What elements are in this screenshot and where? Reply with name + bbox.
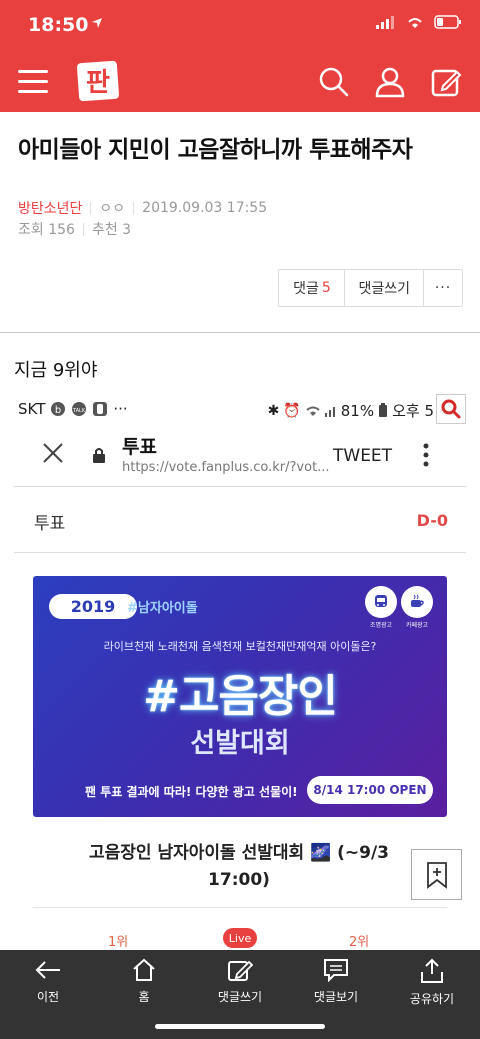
hamburger-menu-icon[interactable] [18,70,48,94]
talk-icon: TALK [72,402,87,416]
dday-badge: D-0 [416,511,448,530]
status-time: 18:50 [28,14,89,36]
location-arrow-icon [92,18,102,28]
nav-view-comments[interactable]: 댓글보기 [291,958,381,1005]
back-arrow-icon [35,961,60,979]
post-actions: 댓글 5 댓글쓰기 ··· [278,269,463,307]
cafe-icon [401,586,433,618]
battery-percent: 81% [340,401,375,420]
banner-subtitle: 라이브천재 노래천재 음색천재 보컬천재만재억재 아이돌은? [103,640,377,653]
banner-footer: 팬 투표 결과에 따라! 다양한 광고 선물이! [85,785,298,799]
banner-headline: #고음장인 [143,671,338,722]
vote-header: 투표 D-0 [14,487,466,553]
banner-icon1-label: 조명광고 [369,622,393,629]
signal-icon [376,15,394,29]
post-body-text: 지금 9위야 [14,360,98,381]
wifi-icon [408,17,422,28]
bluetooth-icon: ✱ [267,402,280,419]
close-icon[interactable] [42,442,64,464]
banner-tag: #남자아이돌 [127,601,198,616]
nav-share[interactable]: 공유하기 [387,958,477,1007]
browser-page-title: 투표 [122,436,157,458]
signal-icon [324,406,335,417]
svg-text:TALK: TALK [72,408,86,414]
divider [33,907,447,908]
post-author: ㅇㅇ [99,201,126,217]
comments-button[interactable]: 댓글 5 [279,270,346,306]
app-icon [93,402,108,416]
nav-write-comment-label: 댓글쓰기 [217,990,263,1004]
clock-text: 오후 5 [392,402,434,420]
nav-share-label: 공유하기 [409,992,455,1006]
nav-view-comments-label: 댓글보기 [313,990,359,1004]
top-app-bar: 18:50 판 [0,0,480,112]
post-meta: 방탄소년단 ㅇㅇ 2019.09.03 17:55 [18,198,267,218]
nav-write-comment[interactable]: 댓글쓰기 [195,958,285,1005]
banner-year: 2019 [49,594,137,619]
edit-icon [228,960,253,981]
svg-text:판: 판 [86,68,110,98]
battery-icon [434,15,461,29]
carrier-label: SKT [18,400,46,418]
banner-icon2-label: 카페광고 [405,622,429,629]
vote-label: 투표 [34,514,66,534]
write-icon[interactable] [430,66,462,98]
nav-home-label: 홈 [138,990,150,1004]
post-datetime: 2019.09.03 17:55 [142,200,268,216]
rank-2-label: 2위 [349,935,370,950]
search-icon[interactable] [318,66,350,98]
subway-icon [365,586,397,618]
post-category[interactable]: 방탄소년단 [18,198,82,218]
share-icon [421,958,443,983]
search-icon[interactable] [436,394,466,424]
write-comment-button[interactable]: 댓글쓰기 [345,270,424,306]
pann-logo[interactable]: 판 [76,60,120,102]
comment-icon [324,959,348,982]
rank-1-label: 1위 [108,935,129,950]
wifi-icon [306,406,320,416]
bookmark-add-icon[interactable] [411,849,462,900]
more-vertical-icon[interactable] [422,442,430,468]
post-views: 조회 156 [18,222,75,238]
browser-header: 투표 https://vote.fanplus.co.kr/?vot... TW… [0,428,480,486]
nav-back[interactable]: 이전 [3,958,93,1005]
embedded-status-bar: SKT b TALK ··· ✱ ⏰ 81% 오후 5 [18,398,468,422]
event-title: 고음장인 남자아이돌 선발대회 🌌 (~9/3 17:00) [88,843,390,890]
home-icon [133,958,155,981]
more-notifications-icon: ··· [113,400,128,418]
more-button[interactable]: ··· [424,270,462,306]
post-title: 아미들아 지민이 고음잘하니까 투표해주자 [18,137,413,163]
lock-icon [93,448,105,463]
alarm-icon: ⏰ [283,402,301,419]
nav-home[interactable]: 홈 [99,958,189,1005]
live-badge: Live [223,928,257,948]
tweet-button[interactable]: TWEET [333,446,392,466]
post-likes: 추천 3 [91,222,132,238]
banner-headline2: 선발대회 [190,728,290,759]
browser-url[interactable]: https://vote.fanplus.co.kr/?vot... [122,460,334,475]
battery-icon [379,403,388,417]
divider [0,332,480,333]
comment-count: 5 [321,280,331,296]
post-stats: 조회 156 추천 3 [18,219,131,239]
banner-open-badge: 8/14 17:00 OPEN [307,776,433,804]
nav-back-label: 이전 [36,990,60,1004]
user-icon[interactable] [374,66,406,98]
status-indicators [376,15,462,29]
svg-text:b: b [55,405,61,416]
event-banner[interactable]: 2019 #남자아이돌 조명광고 카페광고 라이브천재 노래천재 음색천재 보컬… [33,576,447,817]
app-badge-icon: b [51,402,66,416]
home-indicator [155,1024,325,1029]
